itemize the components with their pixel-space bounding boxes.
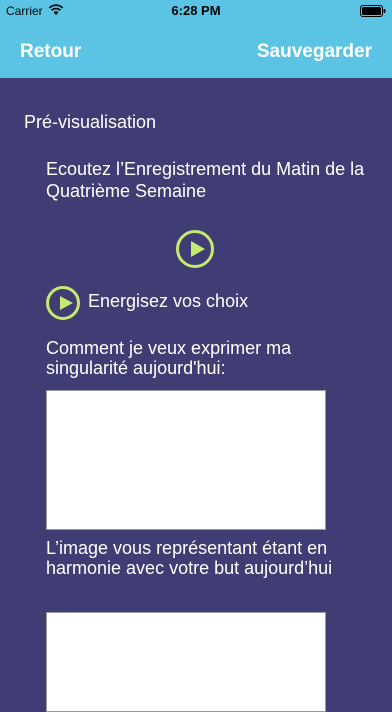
- save-button[interactable]: Sauvegarder: [257, 41, 372, 63]
- recording-title: Ecoutez l’Enregistrement du Matin de la …: [46, 159, 365, 201]
- play-recording-button[interactable]: [176, 230, 214, 268]
- question2-label: L’image vous représentant étant en harmo…: [46, 538, 333, 578]
- question1-label: Comment je veux exprimer ma singularité …: [46, 338, 292, 378]
- preview-heading: Pré-visualisation: [24, 112, 157, 132]
- image-text-field[interactable]: [46, 612, 326, 712]
- battery-icon: [360, 5, 386, 17]
- navigation-bar: Retour Sauvegarder: [0, 22, 392, 78]
- singularity-text-field[interactable]: [46, 390, 326, 530]
- play-energize-button[interactable]: [46, 286, 80, 320]
- status-time: 6:28 PM: [171, 3, 221, 18]
- back-button[interactable]: Retour: [20, 41, 81, 63]
- status-bar: Carrier 6:28 PM: [0, 0, 392, 22]
- energize-label: Energisez vos choix: [88, 291, 249, 311]
